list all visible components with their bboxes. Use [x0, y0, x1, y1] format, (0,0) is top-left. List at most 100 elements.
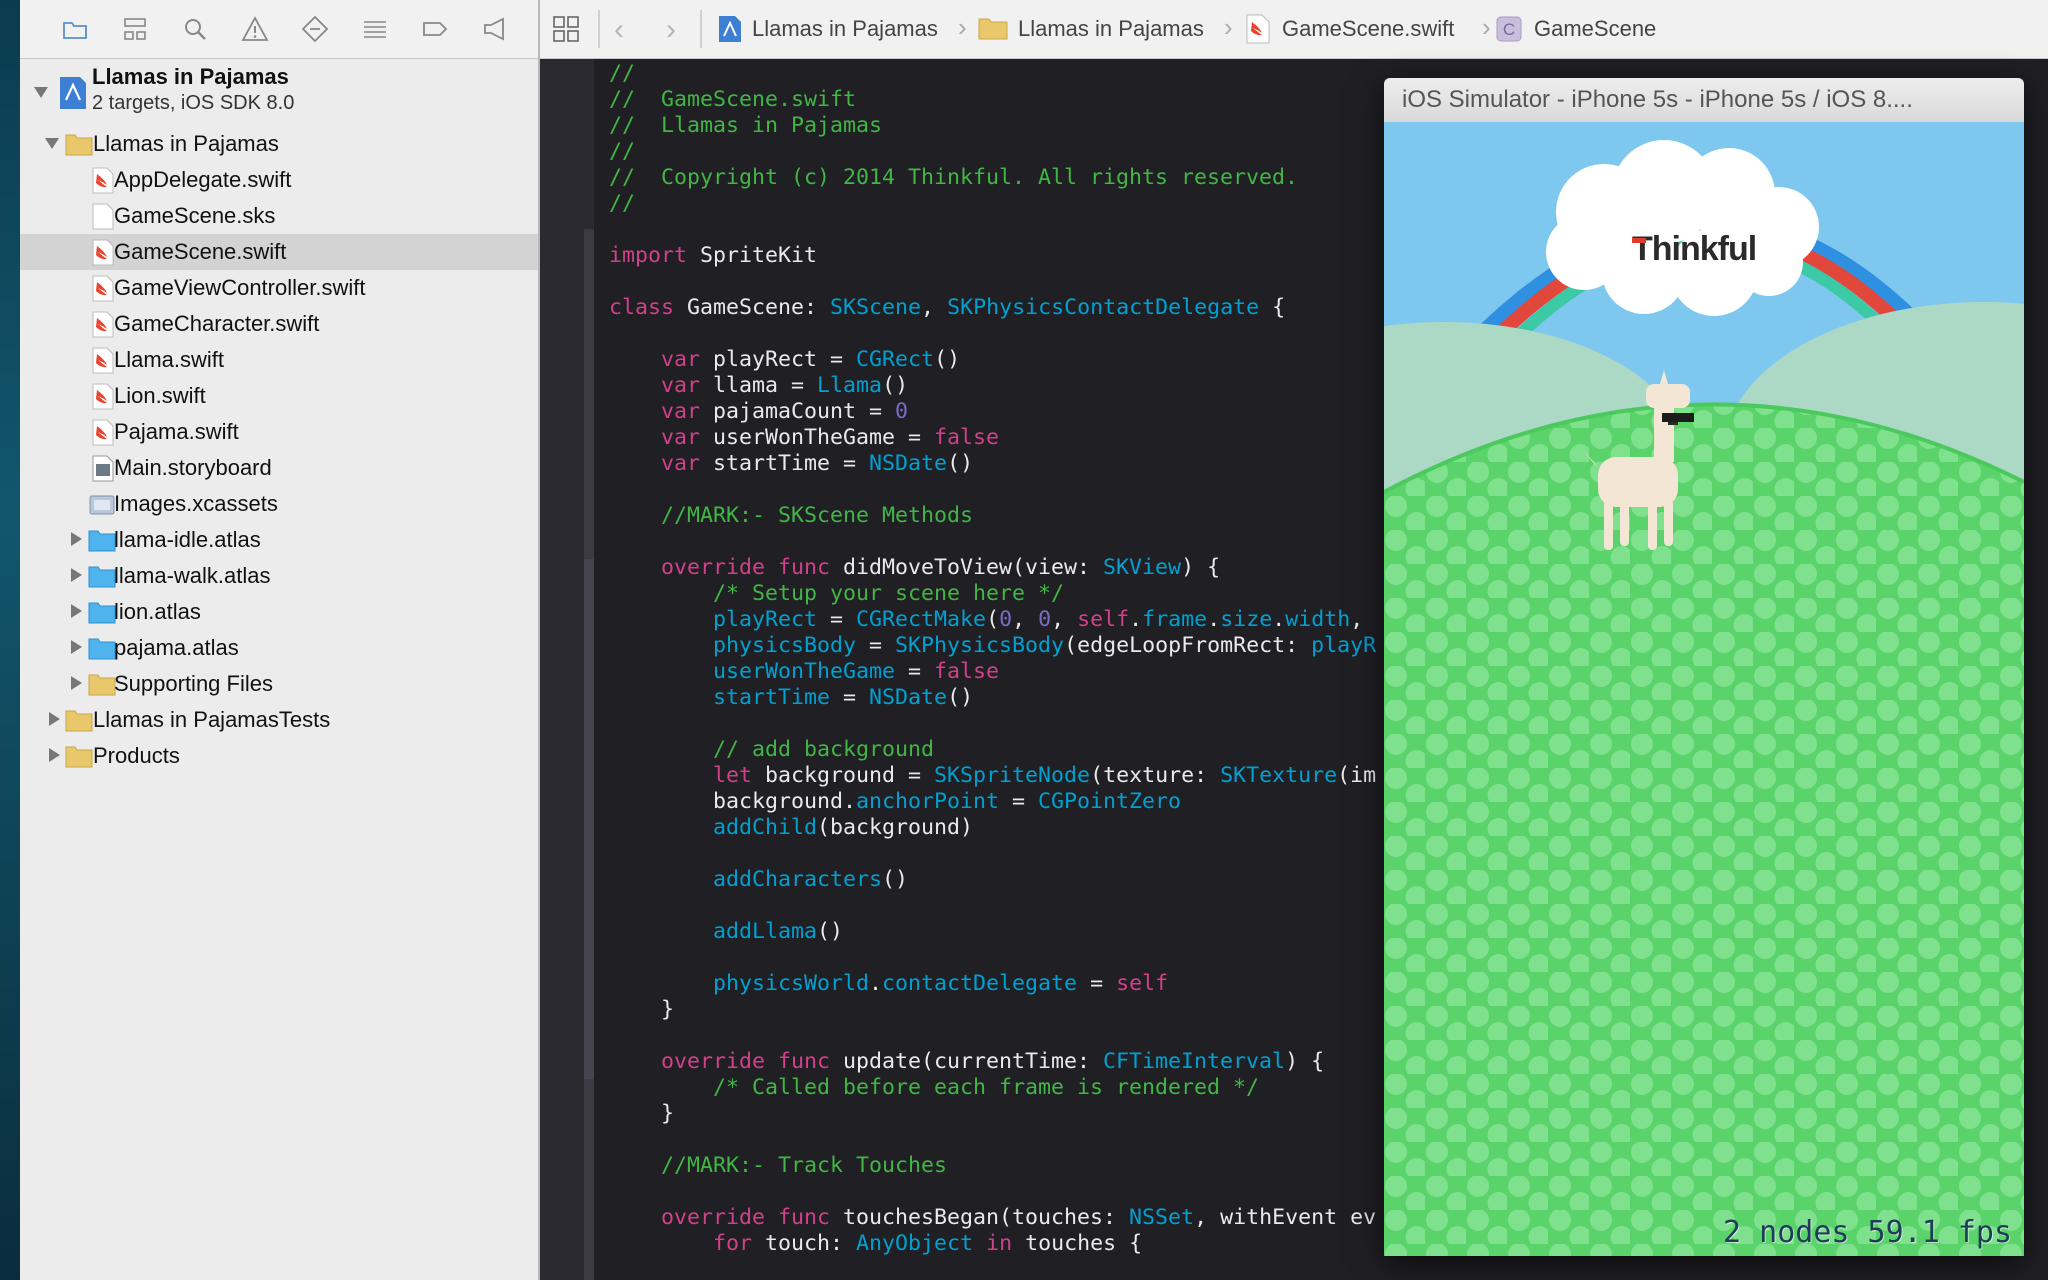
- disclosure-closed-icon[interactable]: [68, 675, 84, 691]
- breadcrumb-chevron-icon: ›: [1482, 12, 1491, 42]
- navigator-item[interactable]: Lion.swift: [20, 378, 538, 414]
- code-token: didMoveToView(view:: [830, 555, 1104, 580]
- game-scene[interactable]: Thinkful 2 nodes 59.1 fps: [1384, 122, 2024, 1256]
- code-token: NSDate: [869, 685, 948, 710]
- breakpoint-tag-icon[interactable]: [420, 14, 450, 44]
- disclosure-closed-icon[interactable]: [46, 711, 62, 727]
- code-token: .: [1207, 607, 1221, 632]
- toolbar-divider: [598, 10, 600, 48]
- navigator-item[interactable]: GameViewController.swift: [20, 270, 538, 306]
- folder-icon[interactable]: [60, 14, 90, 44]
- breadcrumb-group[interactable]: Llamas in Pajamas: [1018, 16, 1204, 42]
- navigator-item[interactable]: Llamas in PajamasTests: [20, 702, 538, 738]
- code-token: (): [882, 867, 909, 892]
- breadcrumb-chevron-icon: ›: [1224, 12, 1233, 42]
- navigator-item[interactable]: Llama.swift: [20, 342, 538, 378]
- navigator-item[interactable]: Llamas in Pajamas: [20, 126, 538, 162]
- navigator-item[interactable]: AppDelegate.swift: [20, 162, 538, 198]
- navigator-item[interactable]: Images.xcassets: [20, 486, 538, 522]
- disclosure-closed-icon[interactable]: [68, 531, 84, 547]
- project-file-icon: [719, 16, 741, 42]
- code-text[interactable]: // // GameScene.swift // Llamas in Pajam…: [609, 61, 1376, 1257]
- folder-icon: [65, 746, 93, 768]
- disclosure-closed-icon[interactable]: [68, 639, 84, 655]
- test-diamond-icon[interactable]: [300, 14, 330, 44]
- swift-file-icon: [92, 383, 114, 410]
- navigator-item-label: llama-idle.atlas: [114, 527, 261, 552]
- symbol-hierarchy-icon[interactable]: [120, 14, 150, 44]
- breadcrumb-project[interactable]: Llamas in Pajamas: [752, 16, 938, 42]
- debug-list-icon[interactable]: [360, 14, 390, 44]
- code-folding-ribbon[interactable]: [584, 559, 594, 1079]
- forward-arrow-icon[interactable]: ›: [666, 13, 676, 47]
- code-token: (edgeLoopFromRect:: [1064, 633, 1312, 658]
- disclosure-open-icon[interactable]: [44, 135, 60, 151]
- code-token: //MARK:- SKScene Methods: [661, 503, 974, 528]
- navigator-item-label: Lion.swift: [114, 383, 206, 408]
- code-token: false: [934, 659, 1000, 684]
- code-token: size: [1220, 607, 1273, 632]
- navigator-toolbar: [20, 0, 538, 59]
- code-token: SKScene: [830, 295, 922, 320]
- disclosure-open-icon[interactable]: [33, 84, 49, 100]
- code-token: //: [609, 139, 636, 164]
- breadcrumb-file[interactable]: GameScene.swift: [1282, 16, 1454, 42]
- navigator-item[interactable]: llama-walk.atlas: [20, 558, 538, 594]
- navigator-item[interactable]: lion.atlas: [20, 594, 538, 630]
- jump-bar: ‹ › Llamas in Pajamas › Llamas in Pajama…: [540, 0, 2048, 59]
- ios-simulator-window[interactable]: iOS Simulator - iPhone 5s - iPhone 5s / …: [1384, 78, 2024, 1256]
- code-token: ) {: [1181, 555, 1221, 580]
- code-token: background.: [609, 789, 857, 814]
- project-row[interactable]: Llamas in Pajamas 2 targets, iOS SDK 8.0: [20, 62, 538, 124]
- disclosure-closed-icon[interactable]: [68, 603, 84, 619]
- log-speech-icon[interactable]: [480, 14, 510, 44]
- code-token: =: [817, 607, 857, 632]
- code-token: var: [661, 425, 701, 450]
- navigator-item[interactable]: GameScene.sks: [20, 198, 538, 234]
- navigator-item[interactable]: Main.storyboard: [20, 450, 538, 486]
- search-icon[interactable]: [180, 14, 210, 44]
- code-token: for: [713, 1231, 753, 1256]
- code-token: background =: [752, 763, 935, 788]
- disclosure-closed-icon[interactable]: [68, 567, 84, 583]
- project-subtitle: 2 targets, iOS SDK 8.0: [92, 92, 295, 114]
- atlas-folder-icon: [88, 530, 116, 552]
- navigator-item-label: lion.atlas: [114, 599, 201, 624]
- navigator-item[interactable]: Products: [20, 738, 538, 774]
- swift-file-icon: [92, 419, 114, 446]
- navigator-item[interactable]: GameCharacter.swift: [20, 306, 538, 342]
- navigator-item[interactable]: pajama.atlas: [20, 630, 538, 666]
- simulator-title: iOS Simulator - iPhone 5s - iPhone 5s / …: [1402, 86, 1913, 113]
- navigator-item[interactable]: Pajama.swift: [20, 414, 538, 450]
- code-token: // Copyright (c) 2014 Thinkful. All righ…: [609, 165, 1299, 190]
- warning-icon[interactable]: [240, 14, 270, 44]
- navigator-item[interactable]: GameScene.swift: [20, 234, 538, 270]
- breadcrumb-symbol[interactable]: GameScene: [1534, 16, 1656, 42]
- code-token: touch:: [752, 1231, 857, 1256]
- navigator-item[interactable]: Supporting Files: [20, 666, 538, 702]
- navigator-item-label: llama-walk.atlas: [114, 563, 271, 588]
- navigator-item-label: AppDelegate.swift: [114, 167, 292, 192]
- disclosure-closed-icon[interactable]: [46, 747, 62, 763]
- logo-accent: [1632, 238, 1646, 243]
- code-token: addCharacters: [713, 867, 883, 892]
- related-items-grid-icon[interactable]: [552, 15, 580, 43]
- code-token: SpriteKit: [687, 243, 818, 268]
- atlas-folder-icon: [88, 602, 116, 624]
- class-icon: C: [1496, 16, 1522, 42]
- game-background: [1384, 122, 2024, 1256]
- code-token: anchorPoint: [856, 789, 1000, 814]
- simulator-titlebar[interactable]: iOS Simulator - iPhone 5s - iPhone 5s / …: [1384, 78, 2024, 123]
- code-token: ,: [1051, 607, 1078, 632]
- code-token: CGPointZero: [1038, 789, 1182, 814]
- back-arrow-icon[interactable]: ‹: [614, 13, 624, 47]
- code-token: class: [609, 295, 675, 320]
- navigator-item[interactable]: llama-idle.atlas: [20, 522, 538, 558]
- line-gutter: [540, 59, 594, 1280]
